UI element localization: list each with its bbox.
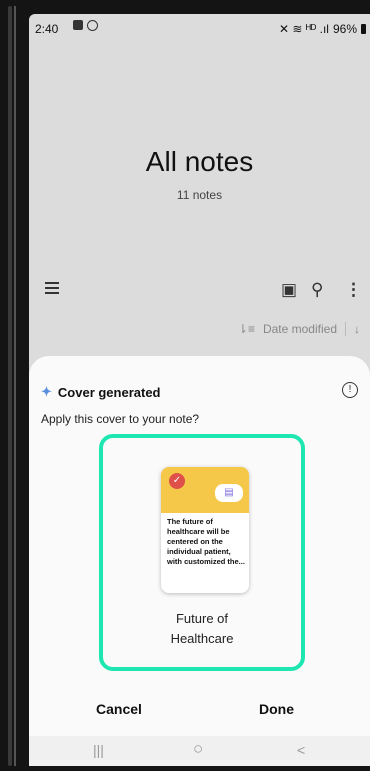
- cover-thumbnail: ✓ ▤ The future of healthcare will be cen…: [161, 467, 249, 593]
- status-bar: 2:40 ✕ ≋ ᴴᴰ .ıl 96%: [29, 14, 370, 44]
- sort-label[interactable]: Date modified: [263, 322, 337, 336]
- cover-body-text: The future of healthcare will be centere…: [167, 517, 245, 566]
- sort-icon: ⇂≡: [237, 322, 255, 336]
- arrow-down-icon[interactable]: ↓: [354, 322, 360, 336]
- cancel-button[interactable]: Cancel: [96, 701, 142, 717]
- done-button[interactable]: Done: [259, 701, 294, 717]
- status-notification-icons: [73, 20, 98, 31]
- cover-caption: Future of Healthcare: [103, 609, 301, 649]
- info-icon[interactable]: !: [342, 382, 358, 398]
- more-vert-icon[interactable]: ⋮: [345, 280, 362, 300]
- toolbar: ▣ ⚲ ⋮: [29, 276, 370, 306]
- search-icon[interactable]: ⚲: [311, 280, 323, 300]
- bezel-edge: [8, 6, 12, 766]
- gallery-notification-icon: [73, 20, 83, 30]
- recents-icon[interactable]: |||: [93, 742, 104, 758]
- cover-bottom-sheet: ✦ Cover generated ! Apply this cover to …: [29, 356, 370, 766]
- status-time: 2:40: [35, 22, 59, 36]
- cover-caption-line1: Future of: [175, 611, 229, 626]
- signal-icons: ✕ ≋ ᴴᴰ .ıl: [278, 22, 329, 36]
- sort-bar: ⇂≡ Date modified ↓: [238, 322, 360, 336]
- status-right: ✕ ≋ ᴴᴰ .ıl 96%: [279, 22, 366, 36]
- menu-icon[interactable]: [45, 282, 59, 294]
- check-icon: ✓: [169, 473, 185, 489]
- back-icon[interactable]: <: [297, 742, 305, 758]
- divider: [345, 322, 346, 336]
- book-icon: ▤: [215, 484, 243, 502]
- cover-preview-frame[interactable]: ✓ ▤ The future of healthcare will be cen…: [99, 434, 305, 671]
- pdf-icon[interactable]: ▣: [281, 280, 297, 300]
- sheet-description: Apply this cover to your note?: [41, 412, 200, 426]
- record-notification-icon: [87, 20, 98, 31]
- sparkle-icon: ✦: [41, 384, 52, 399]
- page-title: All notes: [145, 146, 254, 177]
- sheet-title-text: Cover generated: [57, 384, 161, 400]
- phone-screen: 2:40 ✕ ≋ ᴴᴰ .ıl 96% All notes 11 notes ▣…: [29, 14, 370, 766]
- battery-icon: [361, 24, 366, 34]
- sheet-title: ✦ Cover generated: [41, 384, 161, 400]
- notes-count: 11 notes: [176, 188, 223, 202]
- home-icon[interactable]: ○: [193, 739, 203, 759]
- battery-percent: 96%: [332, 22, 357, 36]
- cover-caption-line2: Healthcare: [170, 631, 234, 646]
- bezel-edge-highlight: [14, 6, 16, 766]
- system-nav-bar: ||| ○ <: [29, 736, 370, 766]
